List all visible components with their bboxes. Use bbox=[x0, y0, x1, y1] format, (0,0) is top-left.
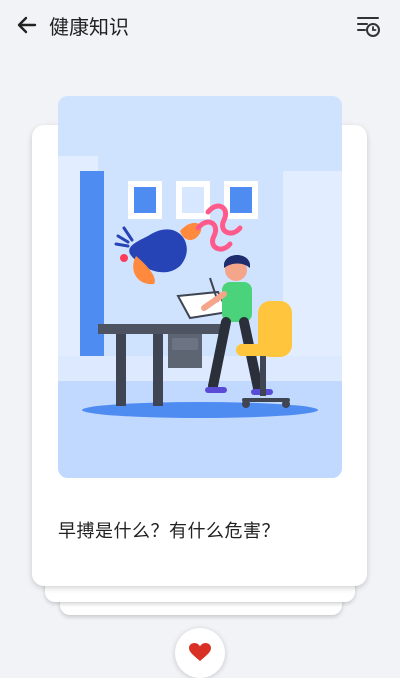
article-illustration bbox=[58, 96, 342, 478]
heart-icon bbox=[188, 628, 212, 666]
card-title[interactable]: 早搏是什么？有什么危害？ bbox=[58, 519, 280, 545]
history-button[interactable] bbox=[354, 13, 384, 43]
page-title: 健康知识 bbox=[49, 15, 129, 39]
back-button[interactable] bbox=[12, 12, 42, 42]
list-clock-icon bbox=[356, 13, 382, 43]
top-bar: 健康知识 bbox=[0, 0, 400, 56]
arrow-left-icon bbox=[16, 14, 38, 40]
favorite-button[interactable] bbox=[175, 628, 225, 678]
